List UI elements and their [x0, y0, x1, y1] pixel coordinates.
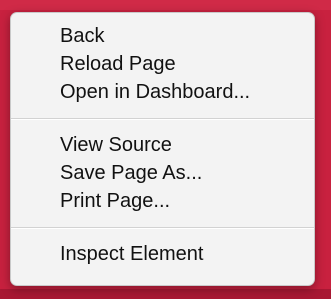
backdrop-top	[0, 0, 331, 10]
menu-separator	[11, 227, 314, 229]
backdrop-bottom	[0, 289, 331, 299]
menu-item-view-source[interactable]: View Source	[11, 131, 314, 159]
menu-separator	[11, 118, 314, 120]
menu-item-save-page-as[interactable]: Save Page As...	[11, 159, 314, 187]
menu-item-back[interactable]: Back	[11, 22, 314, 50]
context-menu: Back Reload Page Open in Dashboard... Vi…	[10, 12, 315, 286]
menu-item-open-in-dashboard[interactable]: Open in Dashboard...	[11, 78, 314, 106]
menu-item-print-page[interactable]: Print Page...	[11, 187, 314, 215]
menu-item-reload-page[interactable]: Reload Page	[11, 50, 314, 78]
menu-item-inspect-element[interactable]: Inspect Element	[11, 240, 314, 268]
